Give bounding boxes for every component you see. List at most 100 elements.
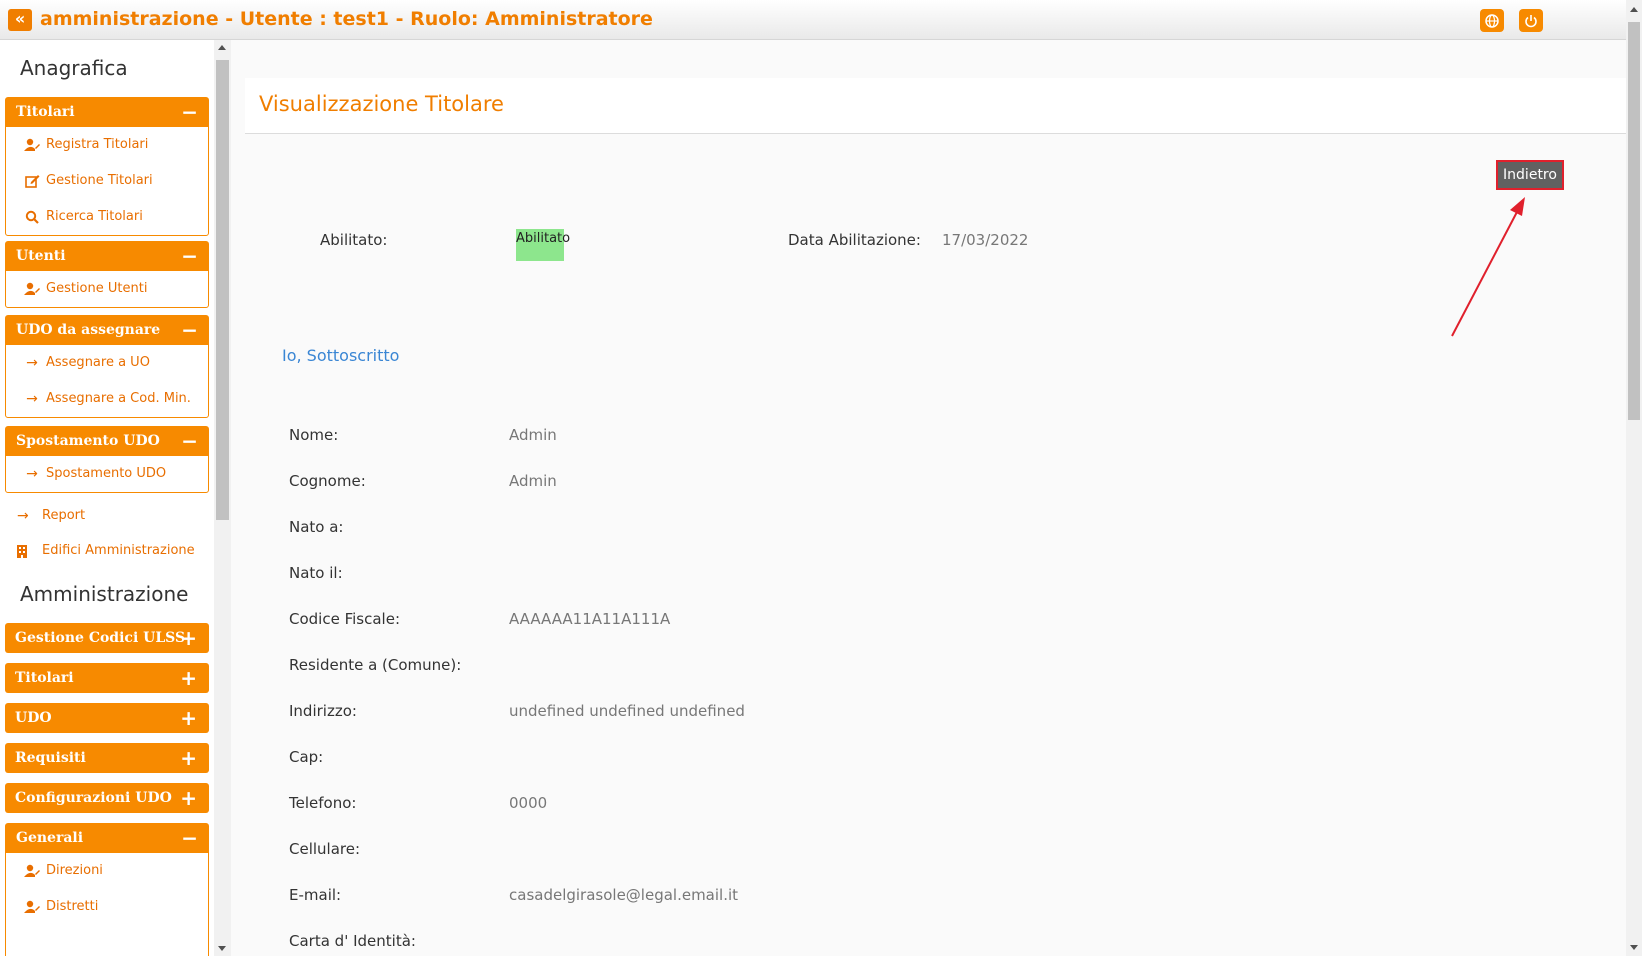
panel-header-spostamento-udo[interactable]: Spostamento UDO − (6, 427, 208, 456)
globe-icon (1485, 13, 1499, 28)
building-icon (17, 536, 27, 566)
menu-item-ricerca-titolari[interactable]: Ricerca Titolari (6, 199, 208, 235)
arrow-right-icon: → (26, 391, 38, 407)
panel-titolari: Titolari − Registra Titolari Gestione Ti… (5, 97, 209, 236)
panel-utenti: Utenti − Gestione Utenti (5, 241, 209, 308)
menu-item-label: Assegnare a UO (46, 355, 150, 370)
expand-icon[interactable]: + (180, 623, 197, 653)
data-abilitazione-value: 17/03/2022 (942, 231, 1029, 249)
panel-header-gestione-codici-ulss[interactable]: Gestione Codici ULSS + (5, 623, 209, 653)
main-scrollbar[interactable] (1626, 0, 1642, 956)
menu-item-gestione-utenti[interactable]: Gestione Utenti (6, 271, 208, 307)
expand-icon[interactable]: + (180, 743, 197, 773)
app-title: amministrazione - Utente : test1 - Ruolo… (40, 8, 653, 30)
back-button[interactable]: Indietro (1496, 160, 1564, 190)
field-label: Nato il: (289, 564, 343, 582)
section-title-amministrazione: Amministrazione (20, 582, 189, 606)
sidebar-scrollbar[interactable] (214, 40, 231, 956)
panel-header-titolari[interactable]: Titolari − (6, 98, 208, 127)
field-label: Residente a (Comune): (289, 656, 462, 674)
menu-item-label: Registra Titolari (46, 137, 149, 152)
field-label: Nato a: (289, 518, 344, 536)
arrow-right-icon: → (26, 355, 38, 371)
user-edit-icon (23, 127, 41, 163)
menu-item-assegnare-a-cod-min[interactable]: → Assegnare a Cod. Min. (6, 381, 208, 417)
scrollbar-thumb[interactable] (216, 60, 229, 520)
language-button[interactable] (1480, 9, 1504, 32)
panel-title: Gestione Codici ULSS (15, 630, 186, 646)
expand-icon[interactable]: + (180, 703, 197, 733)
scroll-down-icon[interactable] (218, 946, 226, 951)
field-value: 0000 (509, 794, 548, 812)
collapse-icon[interactable]: − (181, 316, 198, 345)
menu-item-label: Direzioni (46, 863, 103, 878)
menu-item-spostamento-udo[interactable]: → Spostamento UDO (6, 456, 208, 492)
power-icon (1525, 14, 1537, 27)
menu-item-label: Spostamento UDO (46, 466, 167, 481)
user-edit-icon (23, 853, 41, 889)
collapse-icon[interactable]: − (181, 98, 198, 127)
field-label: Carta d' Identità: (289, 932, 416, 950)
panel-title: UDO (15, 710, 52, 726)
collapse-icon[interactable]: − (181, 824, 198, 853)
panel-title: Configurazioni UDO (15, 790, 172, 806)
panel-title: UDO da assegnare (16, 322, 161, 338)
field-label: Cap: (289, 748, 324, 766)
search-icon (23, 199, 41, 235)
menu-item-distretti[interactable]: Distretti (6, 889, 208, 925)
edit-icon (23, 163, 41, 199)
collapse-sidebar-button[interactable]: « (8, 9, 32, 31)
status-badge: Abilitato (516, 229, 570, 261)
scroll-up-icon[interactable] (218, 45, 226, 50)
arrow-right-icon: → (17, 508, 29, 524)
collapse-icon[interactable]: − (181, 242, 198, 271)
panel-header-titolari-admin[interactable]: Titolari + (5, 663, 209, 693)
collapse-icon[interactable]: − (181, 427, 198, 456)
panel-header-generali[interactable]: Generali − (6, 824, 208, 853)
logout-button[interactable] (1519, 9, 1543, 32)
field-label: Indirizzo: (289, 702, 357, 720)
user-edit-icon (23, 889, 41, 925)
panel-title: Spostamento UDO (16, 433, 160, 449)
menu-item-label: Edifici Amministrazione (42, 543, 195, 558)
panel-header-udo[interactable]: UDO + (5, 703, 209, 733)
panel-header-utenti[interactable]: Utenti − (6, 242, 208, 271)
field-label: Codice Fiscale: (289, 610, 400, 628)
abilitato-label: Abilitato: (320, 231, 388, 249)
menu-item-label: Report (42, 508, 86, 523)
field-value: undefined undefined undefined (509, 702, 745, 720)
menu-item-assegnare-a-uo[interactable]: → Assegnare a UO (6, 345, 208, 381)
field-value: casadelgirasole@legal.email.it (509, 886, 739, 904)
menu-item-registra-titolari[interactable]: Registra Titolari (6, 127, 208, 163)
expand-icon[interactable]: + (180, 663, 197, 693)
menu-item-gestione-titolari[interactable]: Gestione Titolari (6, 163, 208, 199)
scrollbar-thumb[interactable] (1628, 22, 1640, 420)
panel-header-configurazioni-udo[interactable]: Configurazioni UDO + (5, 783, 209, 813)
panel-title: Requisiti (15, 750, 86, 766)
data-abilitazione-label: Data Abilitazione: (788, 231, 921, 249)
scroll-up-icon[interactable] (1630, 7, 1638, 12)
panel-title: Titolari (16, 104, 75, 120)
expand-icon[interactable]: + (180, 783, 197, 813)
menu-item-label: Gestione Titolari (46, 173, 153, 188)
panel-title: Generali (16, 830, 84, 846)
menu-item-label: Distretti (46, 899, 99, 914)
menu-item-label: Ricerca Titolari (46, 209, 143, 224)
panel-header-requisiti[interactable]: Requisiti + (5, 743, 209, 773)
panel-header-udo-da-assegnare[interactable]: UDO da assegnare − (6, 316, 208, 345)
page-title: Visualizzazione Titolare (259, 92, 504, 116)
field-label: Telefono: (289, 794, 357, 812)
menu-item-direzioni[interactable]: Direzioni (6, 853, 208, 889)
sidebar: Anagrafica Titolari − Registra Titolari … (0, 40, 231, 956)
menu-item-edifici-amministrazione[interactable]: Edifici Amministrazione (0, 536, 210, 566)
field-label: Nome: (289, 426, 339, 444)
panel-generali: Generali − Direzioni Distretti (5, 823, 209, 956)
field-label: E-mail: (289, 886, 342, 904)
field-value: AAAAAA11A11A111A (509, 610, 671, 628)
scroll-down-icon[interactable] (1630, 945, 1638, 950)
menu-item-label: Gestione Utenti (46, 281, 148, 296)
section-subheading: Io, Sottoscritto (282, 346, 400, 365)
panel-title: Utenti (16, 248, 66, 264)
menu-item-report[interactable]: → Report (0, 501, 210, 531)
panel-spostamento-udo: Spostamento UDO − → Spostamento UDO (5, 426, 209, 493)
